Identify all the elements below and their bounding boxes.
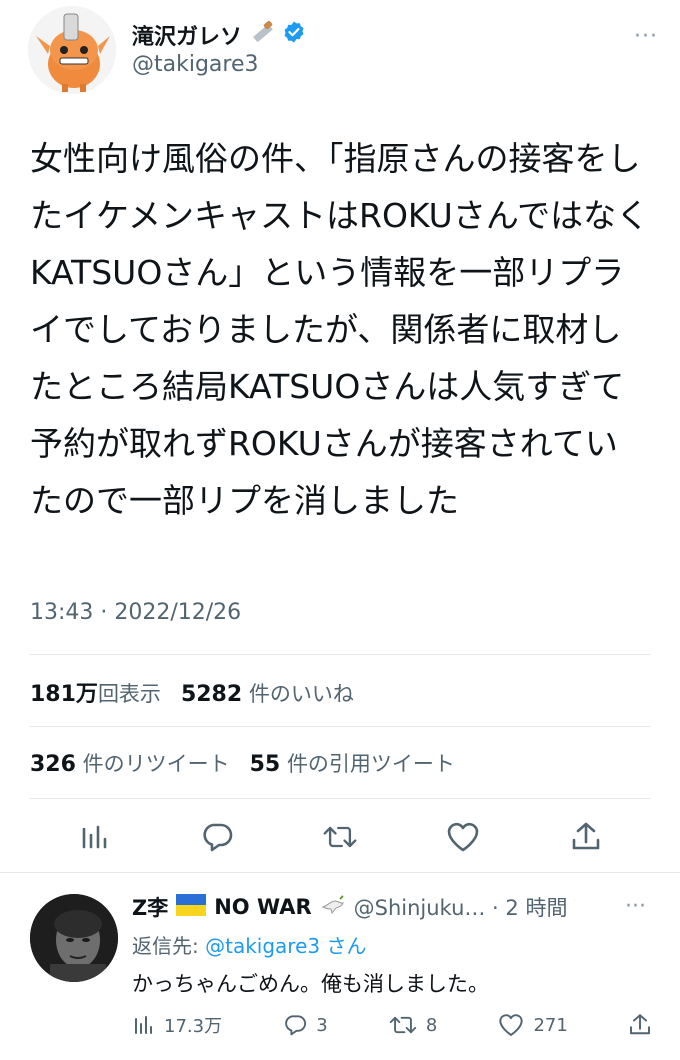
handle[interactable]: @takigare3 [132, 52, 259, 77]
reply-to-prefix: 返信先: [132, 934, 206, 958]
like-button[interactable] [445, 819, 481, 855]
more-options-icon[interactable]: ··· [634, 24, 658, 49]
no-war-text: NO WAR [214, 895, 312, 919]
divider [30, 726, 650, 727]
reply-text: かっちゃんごめん。俺も消しました。 [132, 972, 489, 996]
tweet-header: 滝沢ガレソ @takigare3 ··· [28, 6, 668, 96]
action-bar [30, 812, 650, 862]
chainsaw-devil-avatar-icon [28, 6, 116, 94]
retweets-label[interactable]: 件のリツイート [83, 752, 230, 776]
reply-tweet[interactable]: Z李 NO WAR @Shinjuku… · 2 時間 ··· 返信先: @ta… [0, 880, 680, 1060]
divider [0, 872, 680, 873]
reply-retweets-count: 8 [425, 1014, 438, 1036]
like-icon [447, 822, 479, 852]
reply-icon [203, 823, 233, 852]
reply-like-button[interactable]: 271 [497, 1012, 568, 1038]
more-options-icon[interactable]: ··· [625, 894, 646, 919]
views-count: 181万 [30, 682, 98, 707]
reply-display-name[interactable]: Z李 [132, 892, 168, 922]
reply-likes-count: 271 [533, 1014, 568, 1036]
reply-to-suffix: さん [320, 934, 367, 958]
share-button[interactable] [568, 819, 604, 855]
likes-label[interactable]: 件のいいね [249, 682, 354, 706]
share-icon [629, 1014, 650, 1035]
timestamp[interactable]: 13:43 · 2022/12/26 [30, 600, 241, 625]
retweet-icon [389, 1016, 417, 1034]
stats-retweets-quotes: 326 件のリツイート 55 件の引用ツイート [30, 748, 455, 778]
reply-action-bar: 17.3万 3 8 271 [132, 1012, 652, 1038]
verified-badge-icon [282, 20, 306, 50]
display-name[interactable]: 滝沢ガレソ [132, 18, 306, 52]
quotes-count[interactable]: 55 [250, 752, 281, 777]
stats-views-likes: 181万回表示 5282 件のいいね [30, 676, 354, 708]
avatar[interactable] [30, 894, 118, 982]
dove-icon [320, 893, 346, 922]
divider [30, 798, 650, 799]
divider [30, 654, 650, 655]
reply-replies-count: 3 [316, 1014, 328, 1036]
reply-views-count: 17.3万 [164, 1016, 223, 1037]
reply-icon [285, 1015, 307, 1036]
display-name-text: 滝沢ガレソ [132, 25, 243, 50]
ukraine-flag-icon [176, 893, 207, 921]
reply-button[interactable] [199, 819, 235, 855]
reply-reply-button[interactable]: 3 [282, 1012, 328, 1038]
tweet-text: 女性向け風俗の件、「指原さんの接客をしたイケメンキャストはROKUさんではなくK… [30, 139, 650, 520]
reply-share-button[interactable] [628, 1012, 652, 1038]
reply-avatar-icon [30, 894, 118, 982]
retweet-button[interactable] [322, 819, 358, 855]
views-label: 回表示 [97, 682, 161, 706]
reply-to-mention[interactable]: @takigare3 [205, 934, 320, 958]
likes-count[interactable]: 5282 [181, 682, 242, 707]
like-icon [499, 1014, 524, 1036]
avatar[interactable] [28, 6, 116, 94]
analytics-icon [82, 825, 107, 849]
analytics-button[interactable] [76, 819, 112, 855]
quotes-label[interactable]: 件の引用ツイート [287, 752, 455, 776]
reply-handle-time[interactable]: @Shinjuku… · 2 時間 [354, 892, 568, 922]
reply-to: 返信先: @takigare3 さん [132, 930, 366, 959]
reply-retweet-button[interactable]: 8 [388, 1012, 437, 1038]
share-icon [572, 822, 600, 850]
retweet-icon [323, 826, 357, 848]
reply-header: Z李 NO WAR @Shinjuku… · 2 時間 [132, 892, 567, 922]
analytics-icon [135, 1016, 152, 1034]
reply-analytics-button[interactable]: 17.3万 [132, 1012, 222, 1038]
retweets-count[interactable]: 326 [30, 752, 76, 777]
saw-emoji-icon [248, 18, 276, 52]
